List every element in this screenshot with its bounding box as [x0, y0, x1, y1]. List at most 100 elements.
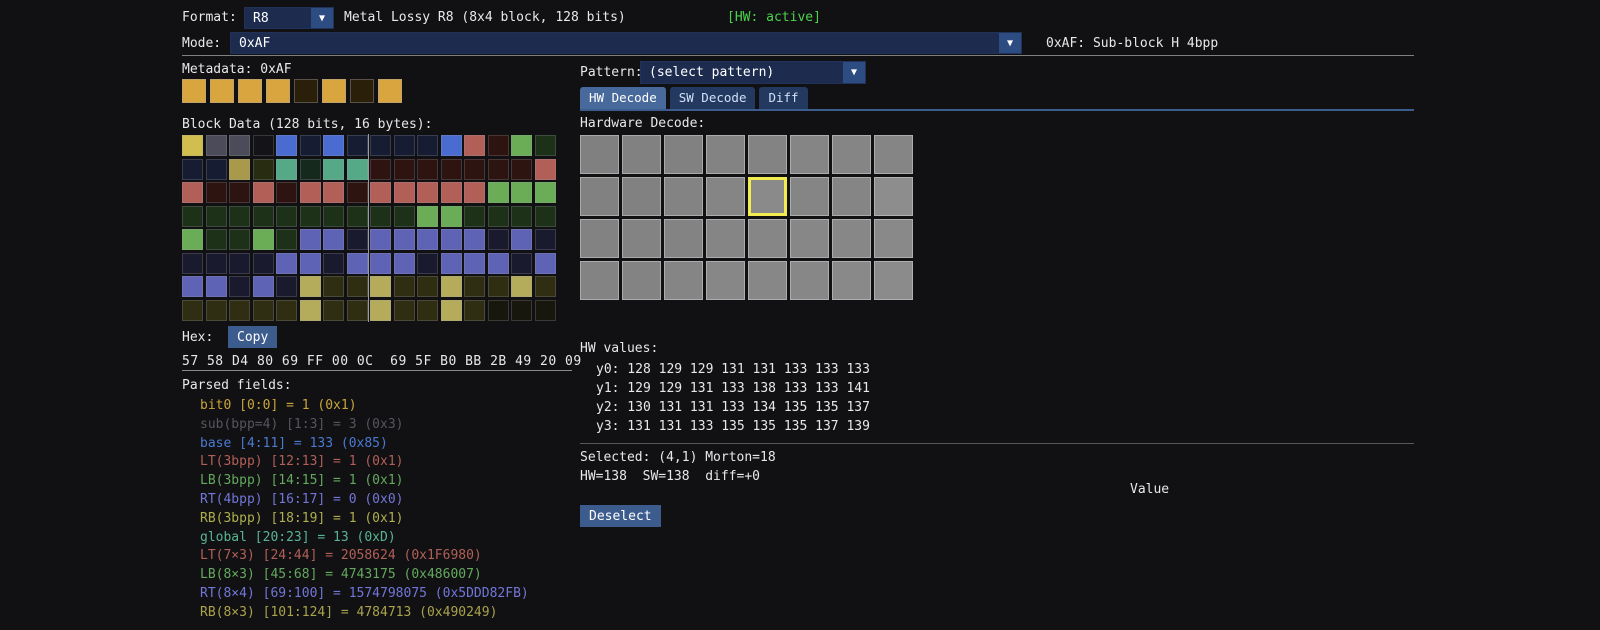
block-cell[interactable] — [417, 252, 438, 274]
block-cell[interactable] — [534, 158, 556, 180]
block-cell[interactable] — [252, 135, 274, 156]
block-cell[interactable] — [534, 205, 556, 227]
block-cell[interactable] — [511, 135, 532, 156]
block-cell[interactable] — [229, 299, 250, 321]
block-cell[interactable] — [252, 158, 274, 180]
decode-cell[interactable] — [664, 135, 703, 174]
block-cell[interactable] — [417, 182, 438, 203]
block-cell[interactable] — [252, 229, 274, 250]
decode-cell[interactable] — [664, 261, 703, 300]
block-cell[interactable] — [440, 135, 462, 156]
tab-sw-decode[interactable]: SW Decode — [669, 87, 756, 109]
block-cell[interactable] — [182, 158, 203, 180]
block-cell[interactable] — [229, 276, 250, 297]
decode-cell[interactable] — [580, 219, 619, 258]
block-cell[interactable] — [370, 158, 391, 180]
decode-cell[interactable] — [664, 177, 703, 216]
block-cell[interactable] — [417, 276, 438, 297]
block-cell[interactable] — [487, 252, 509, 274]
block-cell[interactable] — [276, 276, 297, 297]
block-cell[interactable] — [370, 205, 391, 227]
block-cell[interactable] — [229, 158, 250, 180]
block-cell[interactable] — [487, 229, 509, 250]
decode-cell[interactable] — [874, 219, 913, 258]
block-cell[interactable] — [511, 229, 532, 250]
block-cell[interactable] — [393, 299, 415, 321]
block-cell[interactable] — [346, 158, 368, 180]
block-cell[interactable] — [487, 182, 509, 203]
block-cell[interactable] — [511, 158, 532, 180]
block-cell[interactable] — [534, 252, 556, 274]
block-cell[interactable] — [182, 252, 203, 274]
block-cell[interactable] — [393, 135, 415, 156]
block-cell[interactable] — [182, 135, 203, 156]
block-cell[interactable] — [229, 229, 250, 250]
decode-cell[interactable] — [748, 177, 787, 216]
block-cell[interactable] — [393, 158, 415, 180]
pattern-select[interactable]: (select pattern) ▼ — [640, 61, 866, 84]
decode-cell[interactable] — [622, 261, 661, 300]
block-cell[interactable] — [487, 276, 509, 297]
block-cell[interactable] — [229, 205, 250, 227]
block-cell[interactable] — [346, 229, 368, 250]
block-cell[interactable] — [417, 299, 438, 321]
block-cell[interactable] — [511, 276, 532, 297]
block-cell[interactable] — [182, 299, 203, 321]
block-cell[interactable] — [276, 252, 297, 274]
deselect-button[interactable]: Deselect — [580, 505, 661, 527]
decode-cell[interactable] — [790, 135, 829, 174]
block-cell[interactable] — [464, 205, 485, 227]
block-cell[interactable] — [252, 252, 274, 274]
block-cell[interactable] — [511, 252, 532, 274]
block-cell[interactable] — [252, 276, 274, 297]
block-cell[interactable] — [252, 205, 274, 227]
block-cell[interactable] — [464, 158, 485, 180]
decode-cell[interactable] — [706, 177, 745, 216]
block-cell[interactable] — [299, 229, 321, 250]
block-cell[interactable] — [464, 299, 485, 321]
block-cell[interactable] — [346, 205, 368, 227]
block-cell[interactable] — [182, 229, 203, 250]
block-cell[interactable] — [534, 299, 556, 321]
block-cell[interactable] — [346, 276, 368, 297]
block-cell[interactable] — [370, 299, 391, 321]
block-cell[interactable] — [370, 182, 391, 203]
block-cell[interactable] — [229, 182, 250, 203]
block-cell[interactable] — [440, 182, 462, 203]
block-cell[interactable] — [323, 252, 344, 274]
block-cell[interactable] — [487, 135, 509, 156]
decode-cell[interactable] — [706, 219, 745, 258]
block-cell[interactable] — [534, 182, 556, 203]
block-cell[interactable] — [299, 276, 321, 297]
block-cell[interactable] — [487, 205, 509, 227]
block-cell[interactable] — [323, 299, 344, 321]
decode-cell[interactable] — [580, 177, 619, 216]
block-cell[interactable] — [464, 229, 485, 250]
decode-cell[interactable] — [832, 261, 871, 300]
block-cell[interactable] — [205, 276, 227, 297]
decode-cell[interactable] — [580, 261, 619, 300]
decode-cell[interactable] — [622, 219, 661, 258]
decode-cell[interactable] — [832, 219, 871, 258]
block-cell[interactable] — [487, 299, 509, 321]
decode-cell[interactable] — [874, 261, 913, 300]
decode-cell[interactable] — [580, 135, 619, 174]
decode-cell[interactable] — [622, 177, 661, 216]
block-cell[interactable] — [323, 182, 344, 203]
block-cell[interactable] — [323, 205, 344, 227]
block-cell[interactable] — [205, 229, 227, 250]
block-cell[interactable] — [252, 182, 274, 203]
block-cell[interactable] — [276, 205, 297, 227]
block-cell[interactable] — [346, 135, 368, 156]
block-cell[interactable] — [464, 252, 485, 274]
decode-cell[interactable] — [748, 261, 787, 300]
decode-cell[interactable] — [622, 135, 661, 174]
block-cell[interactable] — [440, 158, 462, 180]
format-select[interactable]: R8 ▼ — [244, 7, 334, 29]
block-cell[interactable] — [276, 182, 297, 203]
block-cell[interactable] — [346, 299, 368, 321]
block-cell[interactable] — [534, 276, 556, 297]
block-cell[interactable] — [370, 229, 391, 250]
block-cell[interactable] — [299, 205, 321, 227]
block-cell[interactable] — [511, 182, 532, 203]
